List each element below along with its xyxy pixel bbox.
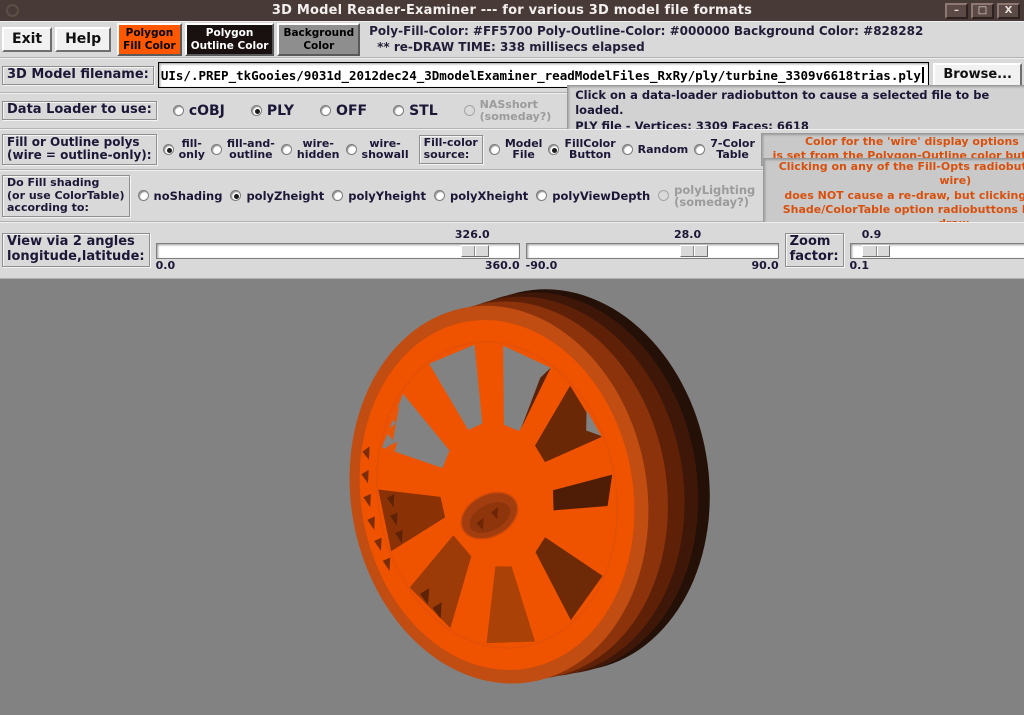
filename-value: UIs/.PREP_tkGooies/9031d_2012dec24_3Dmod… (161, 68, 921, 83)
radio-circle-icon (332, 190, 343, 201)
help-button[interactable]: Help (55, 27, 111, 52)
longitude-trough[interactable] (156, 243, 520, 259)
radio-circle-icon (211, 144, 222, 155)
app-window: 3D Model Reader-Examiner --- for various… (0, 0, 1024, 715)
radio-circle-icon (393, 105, 404, 116)
radio-circle-icon (622, 144, 633, 155)
background-color-button[interactable]: Background Color (277, 23, 360, 56)
shading-label: Do Fill shading (or use ColorTable) acco… (2, 175, 130, 217)
radio-circle-icon (346, 144, 357, 155)
radio-circle-icon (434, 190, 445, 201)
longitude-value: 326.0 (455, 228, 490, 241)
maximize-button[interactable]: □ (971, 3, 994, 19)
radio-polyxheight[interactable]: polyXheight (434, 190, 528, 202)
radio-polyyheight[interactable]: polyYheight (332, 190, 426, 202)
radio-wire-showall[interactable]: wire-showall (346, 138, 409, 161)
radio-polyviewdepth[interactable]: polyViewDepth (536, 190, 650, 202)
radio-source-random[interactable]: Random (622, 144, 689, 156)
radio-source-7color-table[interactable]: 7-ColorTable (694, 138, 755, 161)
radio-circle-icon (694, 144, 705, 155)
latitude-max: 90.0 (751, 259, 778, 273)
zoom-min: 0.1 (850, 259, 870, 273)
zoom-slider: 0.9 0.1 9.9 (850, 228, 1024, 273)
latitude-slider: 28.0 -90.0 90.0 (526, 228, 779, 273)
radio-circle-icon (163, 144, 174, 155)
radio-fill-and-outline[interactable]: fill-and-outline (211, 138, 275, 161)
radio-wire-hidden[interactable]: wire-hidden (281, 138, 340, 161)
filename-label: 3D Model filename: (2, 66, 154, 85)
radio-noshading[interactable]: noShading (138, 190, 223, 202)
zoom-thumb[interactable] (862, 245, 890, 257)
radio-circle-icon (320, 105, 331, 116)
longitude-thumb[interactable] (461, 245, 489, 257)
redraw-time-text: ** re-DRAW TIME: 338 millisecs elapsed (369, 40, 923, 56)
radio-circle-icon (173, 105, 184, 116)
latitude-trough[interactable] (526, 243, 779, 259)
render-viewport[interactable] (0, 279, 1024, 715)
title-bar: 3D Model Reader-Examiner --- for various… (0, 0, 1024, 21)
minimize-button[interactable]: – (945, 3, 968, 19)
loader-row: Data Loader to use: cOBJ PLY OFF STL (0, 93, 1024, 129)
radio-stl[interactable]: STL (393, 104, 438, 119)
radio-circle-icon (536, 190, 547, 201)
loader-label: Data Loader to use: (2, 101, 157, 120)
radio-off[interactable]: OFF (320, 104, 367, 119)
turbine-wheel-model (0, 279, 1024, 715)
radio-fill-only[interactable]: fill-only (163, 138, 205, 161)
close-button[interactable]: X (997, 3, 1020, 19)
radio-circle-icon (251, 105, 262, 116)
radio-source-fillcolor-button[interactable]: FillColorButton (548, 138, 615, 161)
radio-nasshort: NASshort (someday?) (464, 99, 552, 122)
radio-circle-icon (138, 190, 149, 201)
zoom-factor-label: Zoom factor: (785, 233, 844, 267)
polygon-outline-color-button[interactable]: Polygon Outline Color (185, 23, 275, 56)
radio-polylighting: polyLighting(someday?) (658, 184, 755, 208)
longitude-slider: 326.0 0.0 360.0 (156, 228, 520, 273)
radio-polyzheight[interactable]: polyZheight (230, 190, 324, 202)
exit-button[interactable]: Exit (2, 27, 52, 52)
shading-row: Do Fill shading (or use ColorTable) acco… (0, 170, 1024, 222)
color-status-text: Poly-Fill-Color: #FF5700 Poly-Outline-Co… (369, 24, 923, 55)
button-row: Exit Help Polygon Fill Color Polygon Out… (0, 21, 1024, 58)
loader-info-line1: Click on a data-loader radiobutton to ca… (575, 88, 1024, 119)
zoom-value: 0.9 (862, 228, 882, 241)
radio-source-model-file[interactable]: ModelFile (489, 138, 543, 161)
radio-circle-icon (489, 144, 500, 155)
radio-circle-icon (464, 105, 475, 116)
radio-circle-icon (281, 144, 292, 155)
fill-options-label: Fill or Outline polys (wire = outline-on… (2, 134, 157, 166)
view-angles-label: View via 2 angles longitude,latitude: (2, 233, 150, 267)
longitude-min: 0.0 (156, 259, 176, 273)
zoom-trough[interactable] (850, 243, 1024, 259)
color-status-line1: Poly-Fill-Color: #FF5700 Poly-Outline-Co… (369, 24, 923, 40)
radio-ply[interactable]: PLY (251, 104, 294, 119)
polygon-fill-color-button[interactable]: Polygon Fill Color (117, 23, 182, 56)
radio-circle-icon (548, 144, 559, 155)
latitude-thumb[interactable] (680, 245, 708, 257)
longitude-max: 360.0 (485, 259, 520, 273)
radio-cobj[interactable]: cOBJ (173, 104, 225, 119)
view-controls-row: View via 2 angles longitude,latitude: 32… (0, 222, 1024, 279)
fill-color-source-label: Fill-color source: (419, 135, 483, 164)
text-caret (922, 67, 924, 83)
radio-circle-icon (658, 190, 669, 201)
radio-circle-icon (230, 190, 241, 201)
latitude-min: -90.0 (526, 259, 558, 273)
latitude-value: 28.0 (674, 228, 701, 241)
window-title: 3D Model Reader-Examiner --- for various… (0, 3, 1024, 18)
